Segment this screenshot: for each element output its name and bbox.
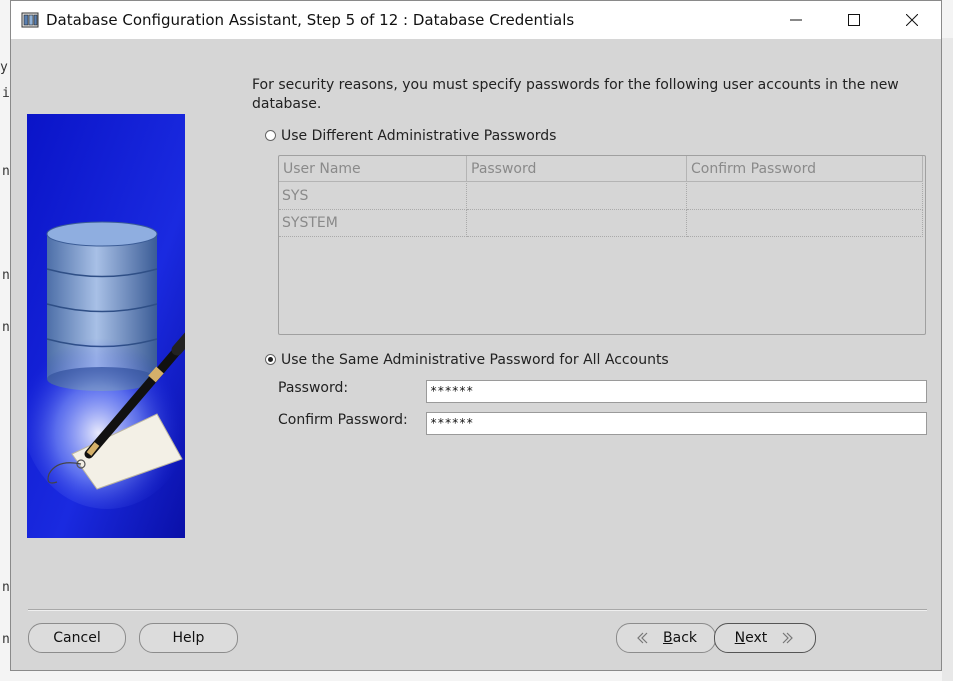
maximize-icon <box>848 14 860 26</box>
window-title: Database Configuration Assistant, Step 5… <box>46 11 575 29</box>
back-button[interactable]: Back <box>616 623 716 653</box>
cancel-button[interactable]: Cancel <box>28 623 126 653</box>
minimize-icon <box>790 19 802 21</box>
close-button[interactable] <box>883 1 941 39</box>
help-button[interactable]: Help <box>139 623 238 653</box>
background-fragment: n <box>2 320 10 335</box>
app-database-icon <box>21 12 39 28</box>
background-fragment: n <box>2 580 10 595</box>
table-cell-password[interactable] <box>467 183 687 210</box>
password-label: Password: <box>278 380 349 396</box>
title-bar[interactable]: Database Configuration Assistant, Step 5… <box>11 1 941 39</box>
column-header-password: Password <box>467 156 687 182</box>
same-password-radio[interactable] <box>265 354 276 365</box>
help-label: Help <box>172 630 205 646</box>
intro-text: For security reasons, you must specify p… <box>252 77 899 112</box>
wizard-content: For security reasons, you must specify p… <box>11 39 941 671</box>
different-passwords-radio[interactable] <box>265 130 276 141</box>
chevron-right-icon <box>782 632 794 644</box>
cancel-label: Cancel <box>53 630 101 646</box>
different-passwords-label[interactable]: Use Different Administrative Passwords <box>281 128 556 144</box>
background-fragment: n <box>2 268 10 283</box>
background-fragment: n <box>2 632 10 647</box>
table-cell-password[interactable] <box>467 210 687 237</box>
column-header-confirm-password: Confirm Password <box>687 156 923 182</box>
back-label: Back <box>663 630 697 646</box>
maximize-button[interactable] <box>825 1 883 39</box>
confirm-password-label: Confirm Password: <box>278 412 408 428</box>
confirm-password-input[interactable]: ****** <box>426 412 927 435</box>
table-row[interactable]: SYSTEM <box>279 210 467 237</box>
background-fragment: i <box>2 86 10 101</box>
table-cell-confirm[interactable] <box>687 183 923 210</box>
next-button[interactable]: Next <box>714 623 816 653</box>
background-fragment: y <box>0 60 8 75</box>
dialog-window: Database Configuration Assistant, Step 5… <box>10 0 942 671</box>
same-password-label[interactable]: Use the Same Administrative Password for… <box>281 352 669 368</box>
chevron-left-icon <box>637 632 648 644</box>
minimize-button[interactable] <box>767 1 825 39</box>
table-row[interactable]: SYS <box>279 183 467 210</box>
close-icon <box>906 14 918 26</box>
column-header-user-name: User Name <box>279 156 467 182</box>
password-input[interactable]: ****** <box>426 380 927 403</box>
table-cell-confirm[interactable] <box>687 210 923 237</box>
background-window-edge <box>942 38 953 681</box>
user-password-table[interactable]: User Name Password Confirm Password SYS … <box>278 155 926 335</box>
background-fragment: n <box>2 164 10 179</box>
button-divider <box>28 609 927 611</box>
next-label: Next <box>734 630 768 646</box>
